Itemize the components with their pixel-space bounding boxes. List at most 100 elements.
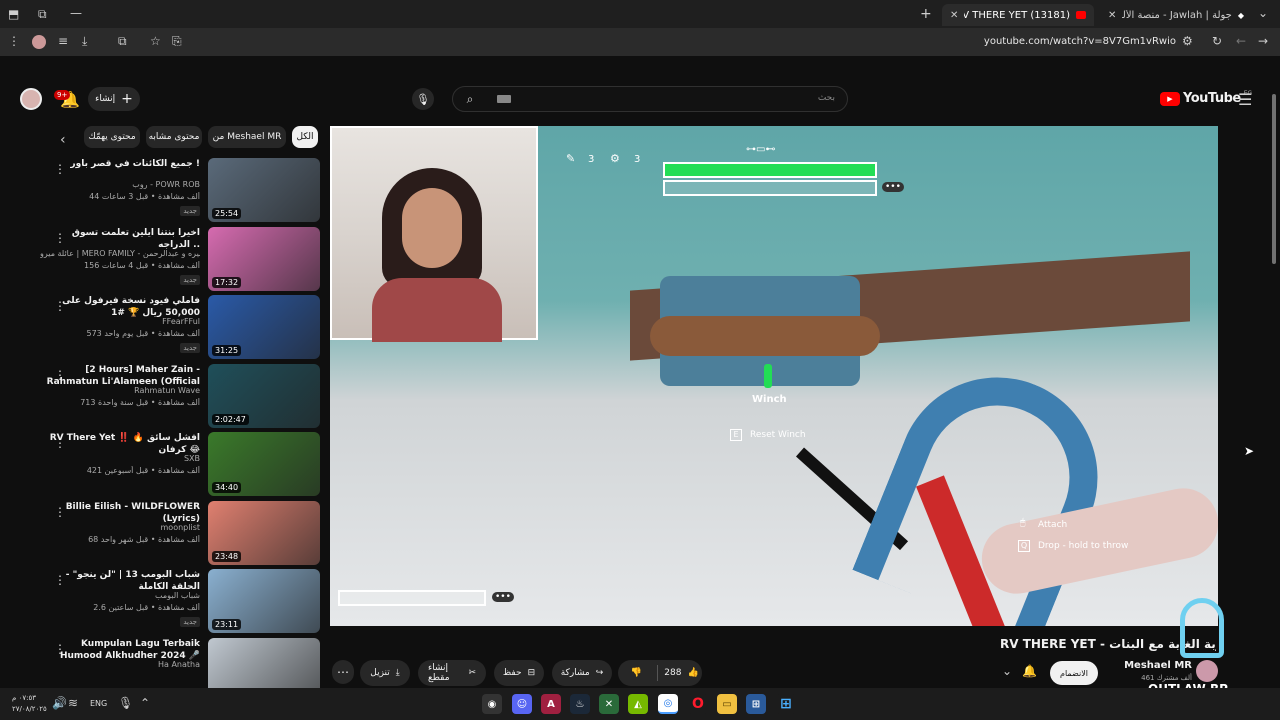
chip-for-you[interactable]: محتوى يهمّك <box>84 126 140 148</box>
back-icon[interactable]: → <box>1258 34 1268 48</box>
steam-icon[interactable]: ♨ <box>570 694 590 714</box>
chips-prev-chevron-icon[interactable]: ‹ <box>60 132 66 148</box>
extensions-icon[interactable]: ≡ <box>58 34 68 48</box>
like-icon[interactable]: 👍 <box>687 668 698 678</box>
channel-name[interactable]: FFearFFul <box>40 317 200 326</box>
channel-name[interactable]: SXB <box>40 454 200 463</box>
app-green-icon[interactable]: ✕ <box>599 694 619 714</box>
video-title[interactable]: RV There Yet ‼️ 🔥 افشل سائق كرفان 😂 <box>40 432 200 456</box>
subscribe-chevron-icon[interactable]: ⌄ <box>1002 664 1012 678</box>
channel-name[interactable]: عائلة ميرو | MERO FAMILY - اميره و عبدال… <box>40 249 200 258</box>
profile-avatar[interactable] <box>32 35 46 49</box>
chip-related[interactable]: محتوى مشابه <box>146 126 202 148</box>
wifi-icon[interactable]: ≋ <box>68 696 78 710</box>
video-thumbnail[interactable]: 17:32 <box>208 227 320 291</box>
new-tab-button[interactable]: + <box>920 6 932 22</box>
store-icon[interactable]: ⊞ <box>746 694 766 714</box>
close-icon[interactable]: ✕ <box>1108 10 1116 21</box>
discord-icon[interactable]: ☺ <box>512 694 532 714</box>
site-settings-icon[interactable]: ⚙ <box>1182 34 1193 48</box>
subscription-bell-icon[interactable]: 🔔 <box>1022 664 1037 678</box>
windows-start-icon[interactable]: ⊞ <box>776 694 796 714</box>
video-thumbnail[interactable]: 31:25 <box>208 295 320 359</box>
more-actions-button[interactable]: ⋯ <box>332 660 354 684</box>
microphone-icon[interactable]: 🎙 <box>412 88 434 110</box>
tab-list-chevron-icon[interactable]: ⌄ <box>1258 6 1268 20</box>
reload-icon[interactable]: ↻ <box>1212 34 1222 48</box>
video-title[interactable]: Billie Eilish - WILDFLOWER (Lyrics) <box>40 501 200 525</box>
account-avatar[interactable] <box>20 88 42 110</box>
keyboard-icon[interactable] <box>497 95 511 103</box>
puzzle-icon[interactable]: ⧉ <box>118 34 127 49</box>
chrome-icon[interactable]: ◎ <box>658 694 678 714</box>
search-icon[interactable]: ⌕ <box>453 87 487 111</box>
recommendation-item[interactable]: ⋮ 34:40 RV There Yet ‼️ 🔥 افشل سائق كرفان … <box>40 432 320 496</box>
video-thumbnail[interactable]: 25:54 <box>208 158 320 222</box>
notification-count-badge: 9+ <box>54 90 71 100</box>
video-title[interactable]: شباب البومب 13 | "لن ينجو" - الحلقة الكا… <box>40 569 200 593</box>
recommendation-item[interactable]: ⋮ 23:48 Billie Eilish - WILDFLOWER (Lyrics… <box>40 501 320 565</box>
page-scrollbar[interactable] <box>1270 84 1278 682</box>
recommendation-item[interactable]: ⋮ Kumpulan Lagu Terbaik Humood Alkhudher … <box>40 638 320 702</box>
download-icon[interactable]: ⤓ <box>82 34 87 49</box>
channel-name[interactable]: روب - POWR ROB <box>40 180 200 189</box>
volume-icon[interactable]: 🔊 <box>52 696 67 710</box>
close-icon[interactable]: ✕ <box>950 10 958 21</box>
join-button[interactable]: الانضمام <box>1050 661 1098 685</box>
mic-tray-icon[interactable]: 🎙 <box>118 696 133 710</box>
minimize-icon[interactable]: — <box>70 6 82 20</box>
save-button[interactable]: حفظ ⊟ <box>494 660 544 686</box>
hamburger-menu-icon[interactable]: ☰ <box>1238 90 1252 109</box>
channel-name[interactable]: Ha Anatha <box>40 660 200 669</box>
forward-icon[interactable]: ← <box>1236 34 1246 48</box>
taskbar-app-1-icon[interactable]: ◉ <box>482 694 502 714</box>
recommendation-item[interactable]: ⋮ 25:54 جميع الكائنات في قصر باور ! روب - P… <box>40 158 320 222</box>
tab-youtube[interactable]: ✕ (13181) RV THERE YET - البنـات <box>942 4 1094 26</box>
star-icon[interactable]: ☆ <box>150 34 161 48</box>
recommendation-item[interactable]: ⋮ 17:32 اخيرا بنتنا ايلين تعلمت تسوق الدرا… <box>40 227 320 291</box>
youtube-play-icon: ▶ <box>1160 91 1180 106</box>
dislike-icon[interactable]: 👎 <box>621 668 651 678</box>
clip-button[interactable]: إنشاء مقطع ✂ <box>418 660 486 686</box>
video-title[interactable]: Kumpulan Lagu Terbaik Humood Alkhudher 2… <box>40 638 200 662</box>
app-red-icon[interactable]: A <box>541 694 561 714</box>
recommendation-item[interactable]: ⋮ 23:11 شباب البومب 13 | "لن ينجو" - الحلق… <box>40 569 320 633</box>
sidebar-toggle-icon[interactable]: ⬒ <box>8 7 19 21</box>
channel-name[interactable]: شباب البومب <box>40 591 200 600</box>
recommendation-item[interactable]: ⋮ 31:25 فاملي فيود نسخة فيرفول على 50,000 … <box>40 295 320 359</box>
tab-search-icon[interactable]: ⧉ <box>38 7 47 22</box>
video-title[interactable]: جميع الكائنات في قصر باور ! <box>40 158 200 170</box>
download-button[interactable]: تنزيل ⤓ <box>360 660 410 686</box>
search-input[interactable]: بحث <box>818 93 835 103</box>
video-thumbnail[interactable]: 23:11 <box>208 569 320 633</box>
channel-name[interactable]: Rahmatun Wave <box>40 386 200 395</box>
tab-jawlah[interactable]: ✕ جولة | Jawlah - منصة الألعاب الـ ◆ <box>1100 4 1252 26</box>
file-explorer-icon[interactable]: ▭ <box>717 694 737 714</box>
video-title[interactable]: فاملي فيود نسخة فيرفول على 50,000 ريال 🏆… <box>40 295 200 319</box>
video-thumbnail[interactable]: 34:40 <box>208 432 320 496</box>
hud-pencil-count: 3 <box>588 154 595 165</box>
language-indicator[interactable]: ENG <box>90 699 107 708</box>
hud-chat-box <box>663 180 877 196</box>
create-button[interactable]: إنشاء + <box>88 87 140 111</box>
video-title[interactable]: [2 Hours] Maher Zain - Rahmatun Li'Alame… <box>40 364 200 388</box>
video-thumbnail[interactable]: 23:48 <box>208 501 320 565</box>
video-thumbnail[interactable]: 2:02:47 <box>208 364 320 428</box>
clock-time[interactable]: ٠٧:٥٣ م <box>12 694 36 702</box>
opera-icon[interactable]: O <box>688 694 708 714</box>
search-box[interactable]: ⌕ بحث <box>452 86 848 112</box>
tray-expand-icon[interactable]: ⌃ <box>140 696 150 710</box>
chip-from-channel[interactable]: من Meshael MR <box>208 126 286 148</box>
clock-date[interactable]: ٢٧/٠٨/٢٠٢٥ <box>12 705 47 713</box>
video-player[interactable]: ✎ 3 ⚙ 3 ⊶▭⊷ ••• Winch E Reset Winch 🖱 At… <box>330 126 1218 626</box>
menu-dots-icon[interactable]: ⋮ <box>8 34 20 48</box>
nvidia-icon[interactable]: ◭ <box>628 694 648 714</box>
share-page-icon[interactable]: ⎘ <box>172 34 182 49</box>
channel-name[interactable]: moonplist <box>40 523 200 532</box>
chip-all[interactable]: الكل <box>292 126 318 148</box>
scrollbar-thumb[interactable] <box>1272 94 1276 264</box>
share-button[interactable]: مشاركة ↪ <box>552 660 612 686</box>
url-field[interactable]: youtube.com/watch?v=8V7Gm1vRwio <box>980 36 1176 47</box>
recommendation-item[interactable]: ⋮ 2:02:47 [2 Hours] Maher Zain - Rahmatun … <box>40 364 320 428</box>
video-title[interactable]: اخيرا بنتنا ايلين تعلمت تسوق الدراجه .. <box>40 227 200 251</box>
